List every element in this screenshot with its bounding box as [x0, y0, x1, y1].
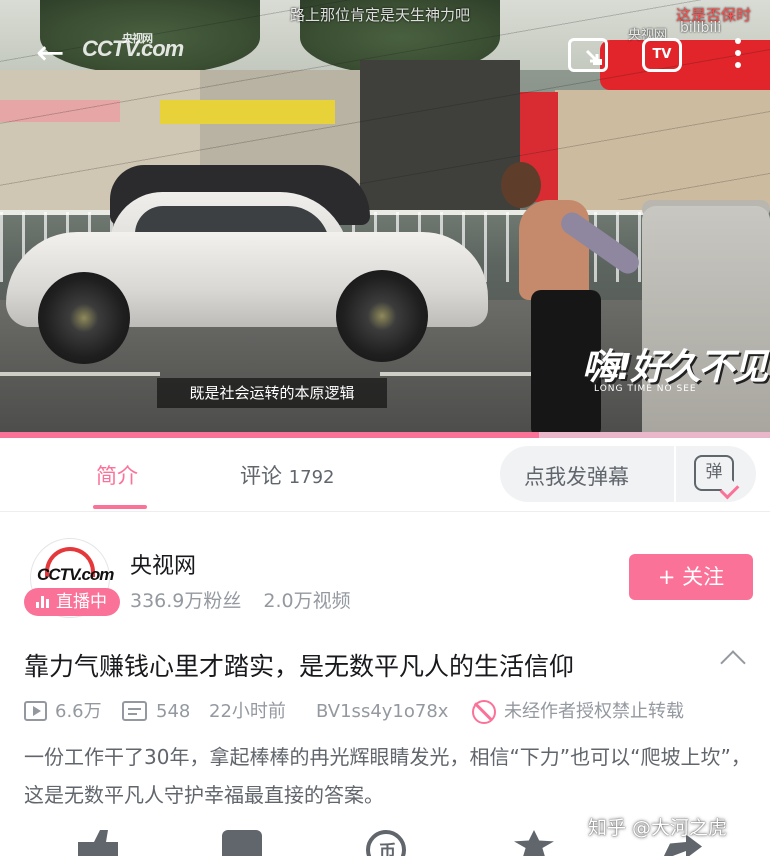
live-bars-icon	[36, 596, 50, 608]
like-icon[interactable]	[78, 830, 118, 856]
program-brand-subtitle: LONG TIME NO SEE	[594, 384, 697, 394]
publish-time: 22小时前	[209, 701, 286, 722]
tab-active-indicator	[93, 505, 147, 509]
uploader-videos: 2.0万视频	[263, 590, 351, 612]
video-scene-white-car	[0, 192, 490, 364]
comment-count: 1792	[288, 467, 335, 488]
video-scene-porter	[495, 162, 645, 438]
danmaku-placeholder: 点我发弹幕	[524, 465, 629, 489]
danmaku-count: 548	[122, 698, 190, 726]
play-count-icon	[24, 701, 47, 721]
uploader-name[interactable]: 央视网	[130, 548, 196, 580]
back-arrow-icon[interactable]: ←	[36, 36, 72, 72]
bilibili-overlay: bilibili	[680, 20, 722, 36]
tv-icon[interactable]: TV	[642, 38, 682, 72]
uploader-stats: 336.9万粉丝 2.0万视频	[130, 586, 351, 613]
video-description: 一份工作干了30年，拿起棒棒的冉光辉眼睛发光，相信“下力”也可以“爬坡上坎”，这…	[24, 745, 751, 807]
favorite-icon[interactable]	[514, 830, 554, 856]
video-scene-lane-mark	[0, 372, 160, 376]
tab-intro[interactable]: 简介	[96, 460, 138, 490]
zhihu-watermark: 知乎 @大河之虎	[588, 817, 728, 839]
more-icon[interactable]	[732, 38, 744, 72]
danmaku-toggle-icon[interactable]: 弹	[694, 455, 734, 491]
bvid: BV1ss4y1o78x	[316, 701, 449, 722]
uploader-fans: 336.9万粉丝	[130, 590, 242, 612]
video-player[interactable]: 路上那位肯定是天生神力吧 这是否保时 央视网 bilibili ← CCTV.c…	[0, 0, 770, 438]
tab-comments[interactable]: 评论 1792	[240, 460, 335, 490]
copyright-notice: 未经作者授权禁止转载	[472, 698, 684, 726]
danmaku-input[interactable]: 点我发弹幕 弹	[500, 446, 756, 502]
danmaku-divider	[674, 446, 676, 502]
avatar-logo-text: CCTV.com	[37, 565, 114, 584]
danmaku-count-icon	[122, 701, 147, 721]
live-badge[interactable]: 直播中	[24, 588, 120, 616]
video-title: 靠力气赚钱心里才踏实，是无数平凡人的生活信仰	[24, 652, 575, 681]
danmaku-overlay: 路上那位肯定是天生神力吧	[290, 6, 471, 24]
video-scene-load	[642, 206, 770, 438]
bookmark-icon[interactable]	[222, 830, 262, 856]
chevron-up-icon[interactable]	[720, 650, 746, 676]
view-count: 6.6万	[24, 698, 102, 726]
video-logo: CCTV.com 央视网	[82, 33, 184, 61]
coin-icon[interactable]: 币	[366, 830, 406, 856]
program-brand-mark: 嗨!好久不见	[582, 347, 768, 388]
no-repost-icon	[472, 700, 496, 724]
cast-icon[interactable]	[568, 38, 608, 72]
video-subtitle: 既是社会运转的本原逻辑	[157, 378, 387, 408]
follow-button[interactable]: + 关注	[629, 554, 753, 600]
